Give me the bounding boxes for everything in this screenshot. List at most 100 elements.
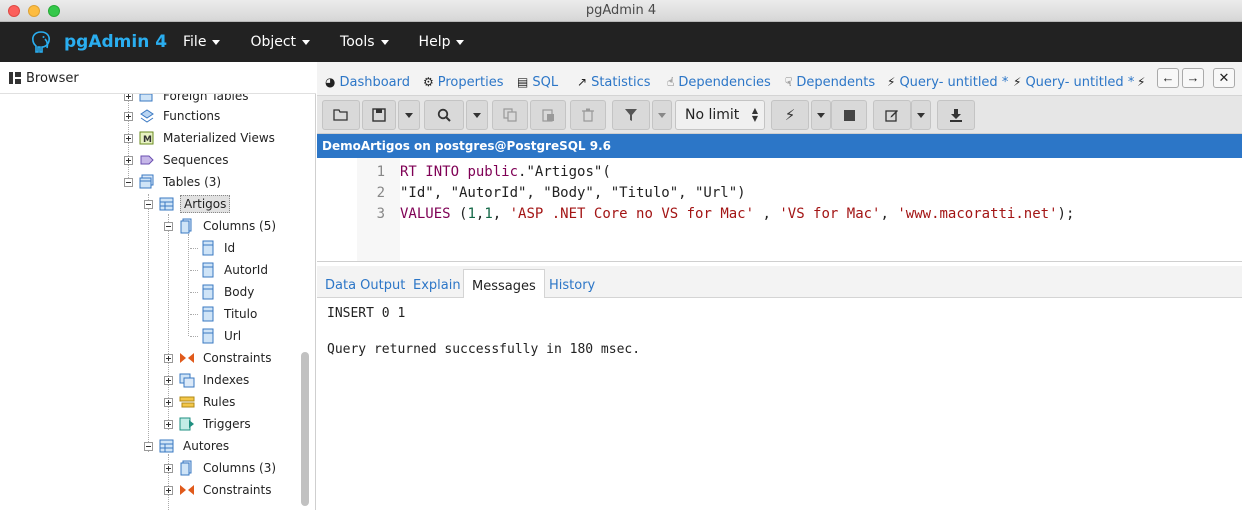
- filter-options-dropdown[interactable]: [652, 100, 672, 130]
- tree-item-sequences[interactable]: Sequences: [124, 150, 231, 170]
- tab-query-untitled-1[interactable]: ⚡ Query- untitled *: [887, 72, 1008, 92]
- sql-editor[interactable]: 1 2 3 RT INTO public."Artigos"( "Id", "A…: [317, 158, 1242, 262]
- browser-title: Browser: [26, 71, 79, 86]
- filter-icon: [625, 109, 637, 121]
- tree-item-columns-artigos[interactable]: Columns (5): [164, 216, 279, 236]
- collapse-icon[interactable]: [144, 199, 153, 209]
- edit-options-dropdown[interactable]: [911, 100, 931, 130]
- menu-object-label: Object: [250, 34, 297, 50]
- tab-properties[interactable]: ⚙ Properties: [423, 72, 503, 92]
- expand-icon[interactable]: [164, 353, 173, 363]
- tree-item-columns-autores[interactable]: Columns (3): [164, 458, 279, 478]
- connection-bar: DemoArtigos on postgres@PostgreSQL 9.6: [317, 134, 1242, 158]
- tree-item-label: Columns (3): [203, 461, 277, 475]
- tables-icon: [139, 174, 154, 189]
- execute-button[interactable]: ⚡: [771, 100, 809, 130]
- tree-item-constraints-artigos[interactable]: Constraints: [164, 348, 274, 368]
- expand-icon[interactable]: [164, 375, 173, 385]
- tree-item-tables[interactable]: Tables (3): [124, 172, 224, 192]
- tab-sql[interactable]: ▤ SQL: [517, 72, 558, 92]
- tab-label: Statistics: [591, 74, 651, 90]
- tab-dependencies[interactable]: ☝ Dependencies: [667, 72, 771, 92]
- expand-icon[interactable]: [124, 111, 133, 121]
- tab-query-untitled-2[interactable]: ⚡ Query- untitled *: [1013, 72, 1134, 92]
- tab-history[interactable]: History: [541, 266, 603, 298]
- select-updown-icon: ▲ ▼: [751, 106, 758, 123]
- tab-close-button[interactable]: ✕: [1213, 68, 1235, 88]
- line-number: 1: [376, 164, 385, 180]
- collapse-icon[interactable]: [124, 177, 133, 187]
- caret-down-icon: [380, 39, 389, 45]
- tab-scroll-right-button[interactable]: →: [1182, 68, 1204, 88]
- save-options-dropdown[interactable]: [398, 100, 420, 130]
- tree-item-column-body[interactable]: Body: [200, 282, 257, 302]
- tab-explain[interactable]: Explain: [405, 266, 469, 298]
- tab-messages[interactable]: Messages: [463, 269, 545, 299]
- tree-item-materialized-views[interactable]: M Materialized Views: [124, 128, 278, 148]
- collapse-icon[interactable]: [164, 221, 173, 231]
- functions-icon: [140, 109, 154, 123]
- expand-icon[interactable]: [164, 463, 173, 473]
- query-icon: ⚡: [1013, 75, 1022, 89]
- find-options-dropdown[interactable]: [466, 100, 488, 130]
- line-number: 2: [376, 185, 385, 201]
- expand-icon[interactable]: [124, 155, 133, 165]
- row-limit-select[interactable]: No limit ▲ ▼: [675, 100, 765, 130]
- expand-icon[interactable]: [164, 419, 173, 429]
- tree-item-artigos[interactable]: Artigos: [144, 194, 231, 214]
- tab-statistics[interactable]: ↗ Statistics: [577, 72, 651, 92]
- stop-button[interactable]: [831, 100, 867, 130]
- tab-dependents[interactable]: ☟ Dependents: [785, 72, 875, 92]
- tree-item-column-id[interactable]: Id: [200, 238, 238, 258]
- tab-label: Dependencies: [678, 74, 771, 90]
- menu-help[interactable]: Help: [404, 22, 480, 62]
- column-icon: [202, 328, 214, 344]
- tree-item-column-titulo[interactable]: Titulo: [200, 304, 260, 324]
- download-button[interactable]: [937, 100, 975, 130]
- copy-button[interactable]: [492, 100, 528, 130]
- tree-item-triggers[interactable]: Triggers: [164, 414, 254, 434]
- edit-button[interactable]: [873, 100, 911, 130]
- paste-button[interactable]: [530, 100, 566, 130]
- tree-item-label: Rules: [203, 395, 236, 409]
- tab-data-output[interactable]: Data Output: [317, 266, 413, 298]
- tree-item-foreign-tables[interactable]: Foreign Tables: [124, 94, 252, 106]
- expand-icon[interactable]: [164, 485, 173, 495]
- brand[interactable]: pgAdmin 4: [28, 28, 167, 56]
- expand-icon[interactable]: [164, 397, 173, 407]
- find-button[interactable]: [424, 100, 464, 130]
- tree-scrollbar[interactable]: [301, 352, 309, 506]
- save-button[interactable]: [362, 100, 396, 130]
- open-file-button[interactable]: [322, 100, 360, 130]
- tree-item-rules[interactable]: Rules: [164, 392, 238, 412]
- tree-item-column-url[interactable]: Url: [200, 326, 244, 346]
- tab-dashboard[interactable]: ◕ Dashboard: [325, 72, 410, 92]
- tree-item-column-autorid[interactable]: AutorId: [200, 260, 271, 280]
- tree-connector: [190, 270, 198, 271]
- execute-options-dropdown[interactable]: [811, 100, 831, 130]
- expand-icon[interactable]: [124, 133, 133, 143]
- object-browser-tree[interactable]: Foreign Tables Functions M Materialized …: [0, 94, 316, 510]
- filter-button[interactable]: [612, 100, 650, 130]
- expand-icon[interactable]: [124, 94, 133, 101]
- menu-tools-label: Tools: [340, 34, 375, 50]
- columns-icon: [180, 460, 192, 476]
- tab-query-untitled-3[interactable]: ⚡: [1137, 72, 1149, 92]
- tree-item-label: Columns (5): [203, 219, 277, 233]
- menu-file[interactable]: File: [168, 22, 235, 62]
- tree-item-autores[interactable]: Autores: [144, 436, 232, 456]
- sitemap-icon: [9, 72, 21, 84]
- menu-tools[interactable]: Tools: [325, 22, 404, 62]
- tree-item-indexes[interactable]: Indexes: [164, 370, 252, 390]
- collapse-icon[interactable]: [144, 441, 153, 451]
- tab-scroll-left-button[interactable]: ←: [1157, 68, 1179, 88]
- message-line: Query returned successfully in 180 msec.: [327, 342, 641, 357]
- dependents-icon: ☟: [785, 75, 793, 89]
- tree-item-functions[interactable]: Functions: [124, 106, 223, 126]
- tree-item-constraints-autores[interactable]: Constraints: [164, 480, 274, 500]
- tree-item-label: Autores: [183, 439, 230, 453]
- menu-object[interactable]: Object: [235, 22, 325, 62]
- delete-button[interactable]: [570, 100, 606, 130]
- app-navbar: pgAdmin 4 File Object Tools Help: [0, 22, 1242, 62]
- column-icon: [202, 240, 214, 256]
